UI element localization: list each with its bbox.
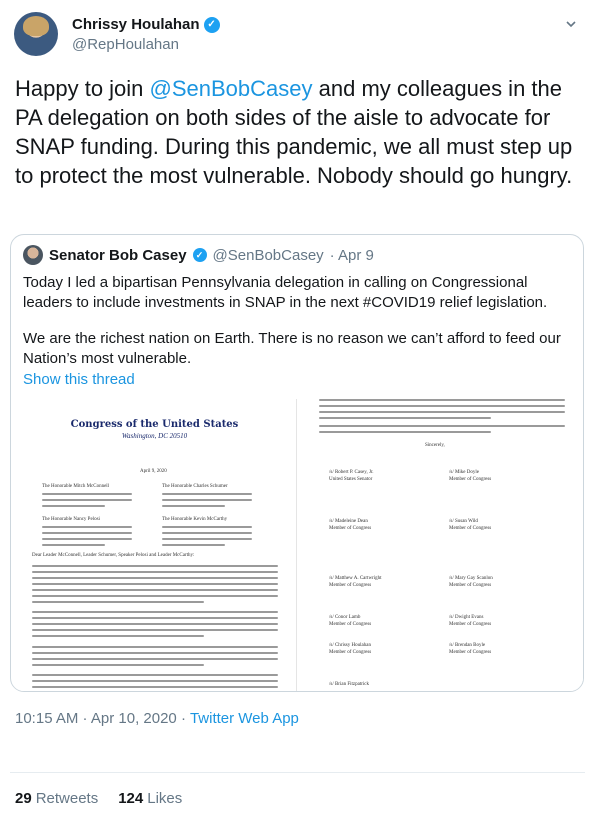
retweets-stat[interactable]: 29 Retweets bbox=[15, 790, 98, 807]
likes-stat[interactable]: 124 Likes bbox=[118, 790, 182, 807]
letter-salutation: Dear Leader McConnell, Leader Schumer, S… bbox=[32, 553, 195, 558]
letter-addressee-3: The Honorable Nancy Pelosi bbox=[42, 517, 100, 522]
signatory: /s/ Susan Wild Member of Congress bbox=[449, 519, 492, 531]
retweets-label: Retweets bbox=[35, 790, 99, 807]
show-thread-link[interactable]: Show this thread bbox=[23, 371, 135, 388]
letter-subtitle: Washington, DC 20510 bbox=[121, 432, 188, 440]
letter-address-block-1 bbox=[42, 493, 132, 511]
signatory: /s/ Chrissy Houlahan Member of Congress bbox=[329, 643, 372, 655]
letter-addressee-4: The Honorable Kevin McCarthy bbox=[162, 517, 228, 522]
avatar[interactable] bbox=[14, 12, 58, 56]
divider bbox=[10, 772, 585, 773]
letter-address-block-3 bbox=[42, 526, 132, 550]
quoted-paragraph-2: We are the richest nation on Earth. Ther… bbox=[23, 330, 561, 367]
verified-badge-icon: ✓ bbox=[192, 248, 207, 262]
letter-body-3 bbox=[32, 646, 278, 670]
letter-body-6 bbox=[319, 425, 565, 437]
letter-body-4 bbox=[32, 674, 278, 691]
quoted-paragraph-1: Today I led a bipartisan Pennsylvania de… bbox=[23, 274, 548, 311]
tweet-header: Chrissy Houlahan ✓ @RepHoulahan bbox=[10, 10, 585, 60]
tweet-text-before: Happy to join bbox=[15, 76, 150, 101]
letter-title: Congress of the United States bbox=[70, 419, 239, 430]
signatory: /s/ Madeleine Dean Member of Congress bbox=[329, 519, 372, 531]
signatory: /s/ Mike Doyle Member of Congress bbox=[449, 470, 492, 482]
author-name-row: Chrissy Houlahan ✓ bbox=[72, 16, 220, 33]
signatory: /s/ Brian Fitzpatrick bbox=[329, 682, 369, 687]
retweets-count: 29 bbox=[15, 790, 32, 807]
tweet-text: Happy to join @SenBobCasey and my collea… bbox=[15, 74, 585, 190]
author-handle[interactable]: @RepHoulahan bbox=[72, 36, 179, 53]
letter-closing: Sincerely, bbox=[425, 443, 445, 448]
signatory: /s/ Robert P. Casey, Jr. United States Se… bbox=[329, 470, 374, 482]
letter-body-1 bbox=[32, 565, 278, 607]
letter-body-2 bbox=[32, 611, 278, 641]
tweet-meta: 10:15 AM · Apr 10, 2020 · Twitter Web Ap… bbox=[15, 710, 299, 727]
tweet-stats: 29 Retweets 124 Likes bbox=[15, 790, 182, 807]
mention-link[interactable]: @SenBobCasey bbox=[150, 76, 313, 101]
letter-addressee-1: The Honorable Mitch McConnell bbox=[42, 484, 110, 489]
quoted-header: Senator Bob Casey ✓ @SenBobCasey · Apr 9 bbox=[23, 245, 374, 265]
likes-label: Likes bbox=[147, 790, 183, 807]
quoted-avatar bbox=[23, 245, 43, 265]
likes-count: 124 bbox=[118, 790, 144, 807]
letter-page-2: Sincerely, /s/ Robert P. Casey, Jr. Unite… bbox=[299, 399, 583, 691]
letter-date: April 9, 2020 bbox=[140, 469, 167, 474]
letter-page-1: Congress of the United States Washington… bbox=[12, 399, 297, 691]
letter-body-5 bbox=[319, 399, 565, 423]
tweet-source-link[interactable]: Twitter Web App bbox=[190, 710, 299, 727]
signatory: /s/ Mary Gay Scanlon Member of Congress bbox=[449, 576, 493, 588]
signatory: /s/ Conor Lamb Member of Congress bbox=[329, 615, 372, 627]
chevron-down-icon[interactable] bbox=[565, 18, 577, 30]
signatory: /s/ Matthew A. Cartwright Member of Congr… bbox=[329, 576, 382, 588]
author-name[interactable]: Chrissy Houlahan bbox=[72, 16, 200, 33]
signatory: /s/ Dwight Evans Member of Congress bbox=[449, 615, 492, 627]
letter-address-block-2 bbox=[162, 493, 252, 511]
quoted-tweet[interactable]: Senator Bob Casey ✓ @SenBobCasey · Apr 9… bbox=[10, 234, 584, 692]
quoted-author-handle: @SenBobCasey bbox=[212, 246, 324, 264]
letter-addressee-2: The Honorable Charles Schumer bbox=[162, 484, 228, 489]
letter-address-block-4 bbox=[162, 526, 252, 550]
verified-badge-icon: ✓ bbox=[203, 16, 220, 33]
signatory: /s/ Brendan Boyle Member of Congress bbox=[449, 643, 492, 655]
quoted-date: · Apr 9 bbox=[329, 246, 374, 264]
quoted-author-name: Senator Bob Casey bbox=[49, 246, 187, 264]
letter-image[interactable]: Congress of the United States Washington… bbox=[12, 399, 583, 691]
tweet-timestamp[interactable]: 10:15 AM · Apr 10, 2020 · bbox=[15, 710, 186, 727]
